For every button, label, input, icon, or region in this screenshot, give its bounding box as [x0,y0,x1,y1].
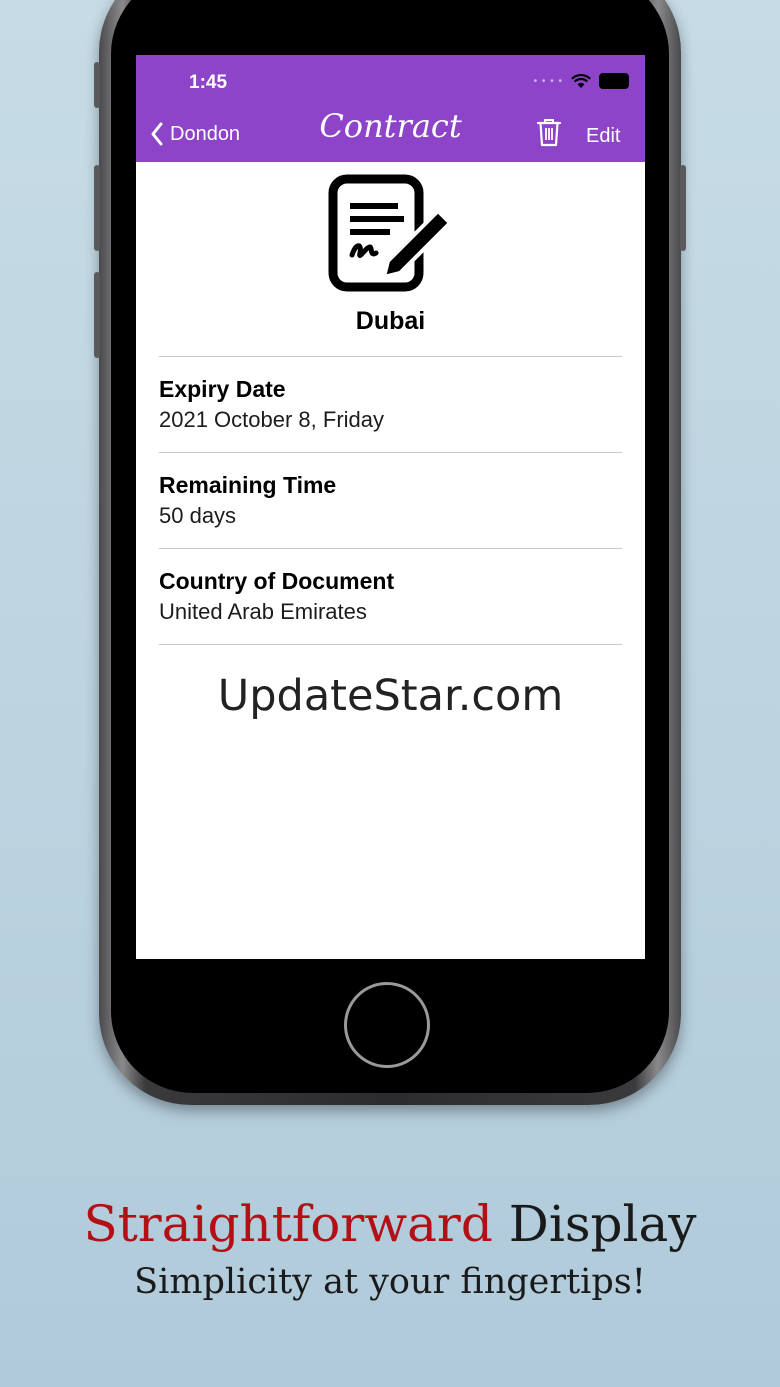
volume-up-button [94,165,100,251]
divider [159,548,622,549]
headline-highlight: Straightforward [83,1195,493,1253]
promo-headline: Straightforward Display [0,1195,780,1253]
divider [159,356,622,357]
trash-icon[interactable] [536,117,562,147]
navigation-bar: 1:45 • • • • Dondon Contract Edit [136,55,645,162]
edit-button[interactable]: Edit [586,125,620,148]
remaining-time-label: Remaining Time [159,472,337,498]
mute-switch [94,62,100,108]
watermark: UpdateStar.com [217,671,564,721]
divider [159,452,622,453]
wifi-icon [571,73,591,88]
promo-subheadline: Simplicity at your fingertips! [134,1262,646,1302]
signal-dots-icon: • • • • [533,75,563,87]
battery-icon [599,73,629,89]
home-button[interactable] [344,982,430,1068]
country-value: United Arab Emirates [159,599,367,624]
expiry-date-value: 2021 October 8, Friday [159,407,385,432]
document-name: Dubai [355,307,426,335]
remaining-time-value: 50 days [159,503,237,528]
divider [159,644,622,645]
status-indicators: • • • • [534,73,629,89]
expiry-date-label: Expiry Date [159,376,286,402]
app-screen: 1:45 • • • • Dondon Contract Edit Dubai … [136,55,645,959]
headline-rest: Display [508,1195,697,1253]
status-time: 1:45 [189,72,228,93]
signed-document-icon [328,174,452,292]
country-label: Country of Document [159,568,395,594]
power-button [680,165,686,251]
nav-title: Contract [319,107,462,145]
volume-down-button [94,272,100,358]
